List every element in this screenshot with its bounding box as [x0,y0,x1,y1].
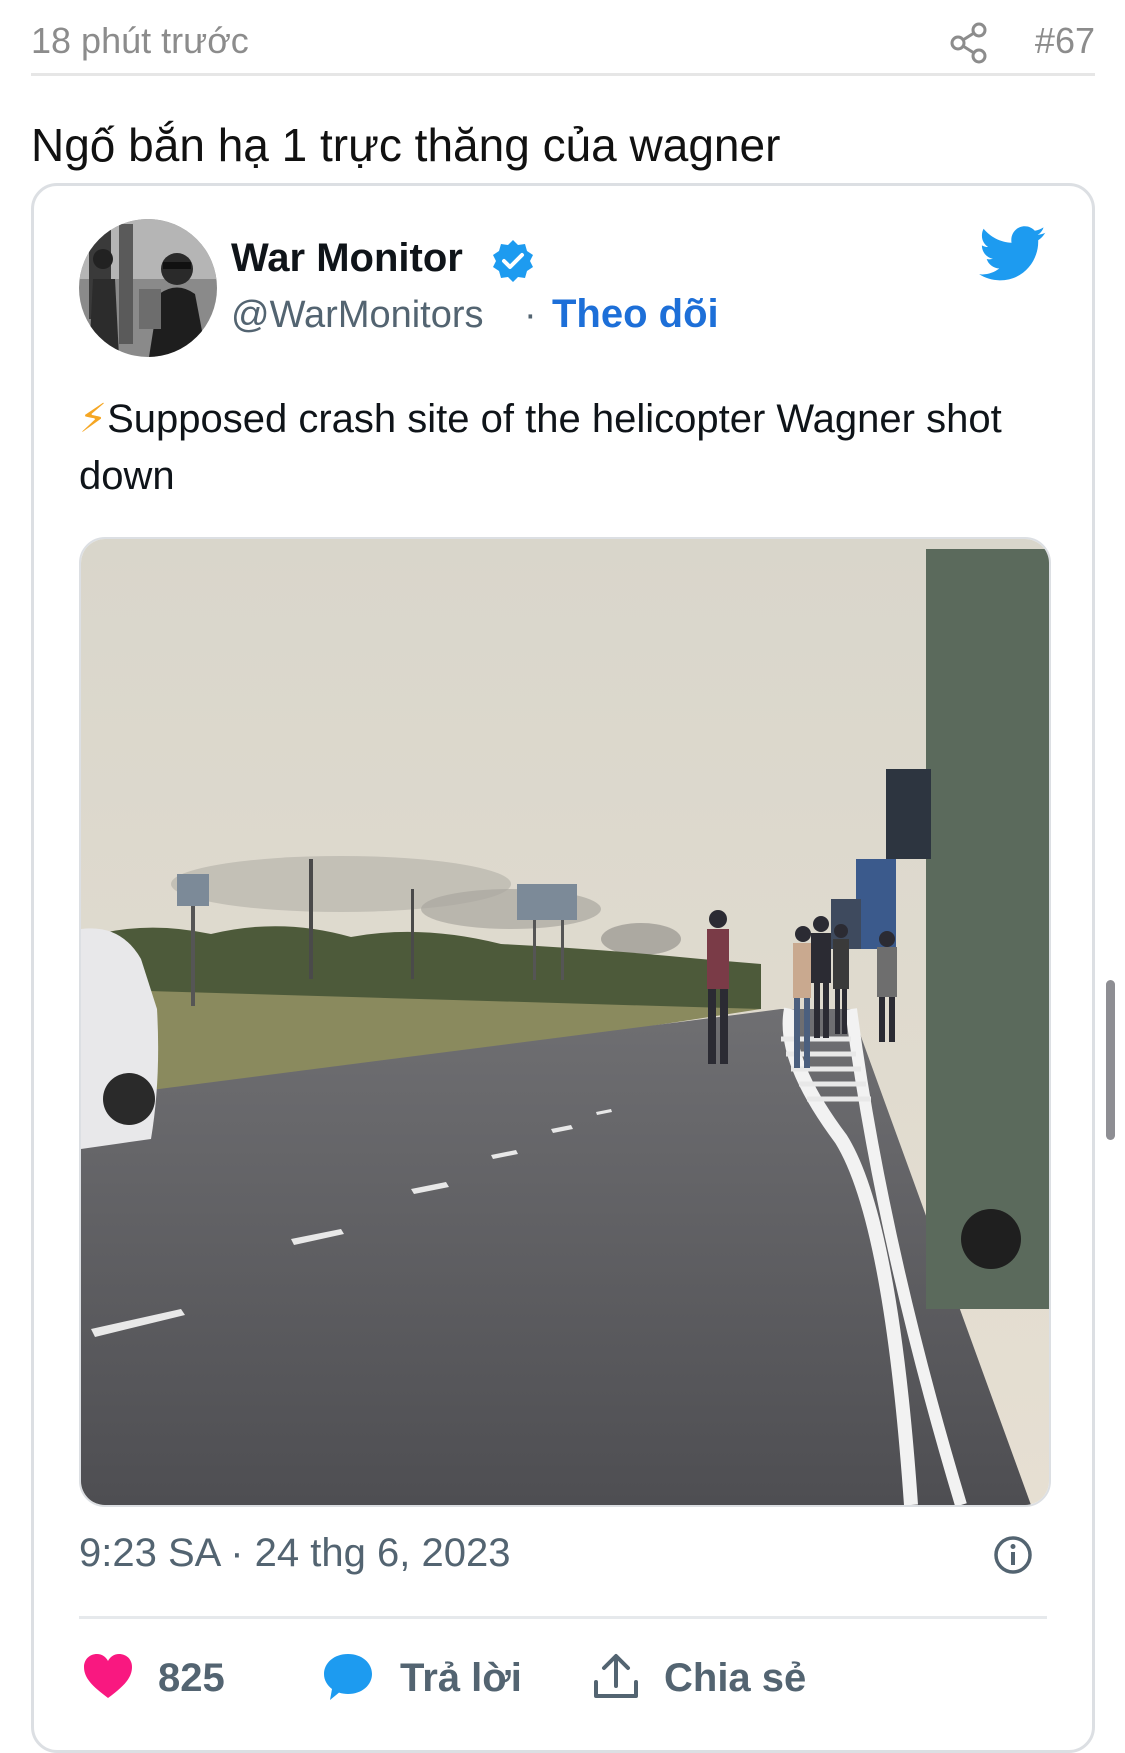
info-icon[interactable] [992,1534,1034,1576]
author-handle[interactable]: @WarMonitors [231,294,484,337]
upload-icon [594,1654,638,1698]
scrollbar[interactable] [1106,980,1115,1140]
author-name[interactable]: War Monitor [231,236,463,281]
tweet-text-body: Supposed crash site of the helicopter Wa… [79,397,1002,498]
tweet-text: ⚡Supposed crash site of the helicopter W… [79,391,1039,505]
reply-button[interactable]: Trả lời [322,1648,572,1708]
post-body-text: Ngố bắn hạ 1 trực thăng của wagner [31,119,781,171]
reply-label: Trả lời [400,1656,522,1700]
embedded-tweet[interactable]: War Monitor @WarMonitors · Theo dõi ⚡Sup… [31,183,1095,1753]
share-tweet-button[interactable]: Chia sẻ [592,1648,862,1708]
avatar[interactable] [79,219,217,357]
handle-separator: · [524,294,537,336]
lightning-emoji: ⚡ [79,397,108,441]
like-count: 825 [158,1656,225,1700]
share-icon[interactable] [949,22,989,64]
speech-bubble-icon [324,1654,372,1700]
post-time: 18 phút trước [31,20,249,61]
follow-link[interactable]: Theo dõi [552,292,719,337]
tweet-timestamp[interactable]: 9:23 SA · 24 thg 6, 2023 [79,1531,510,1576]
like-button[interactable]: 825 [82,1648,262,1708]
share-label: Chia sẻ [664,1656,807,1700]
verified-badge-icon [493,240,533,282]
heart-icon [84,1654,132,1698]
action-divider [79,1616,1047,1619]
tweet-photo[interactable] [79,537,1051,1507]
post-header: 18 phút trước #67 [31,10,1095,76]
twitter-bird-icon[interactable] [979,226,1047,282]
post-number: #67 [1034,20,1095,61]
